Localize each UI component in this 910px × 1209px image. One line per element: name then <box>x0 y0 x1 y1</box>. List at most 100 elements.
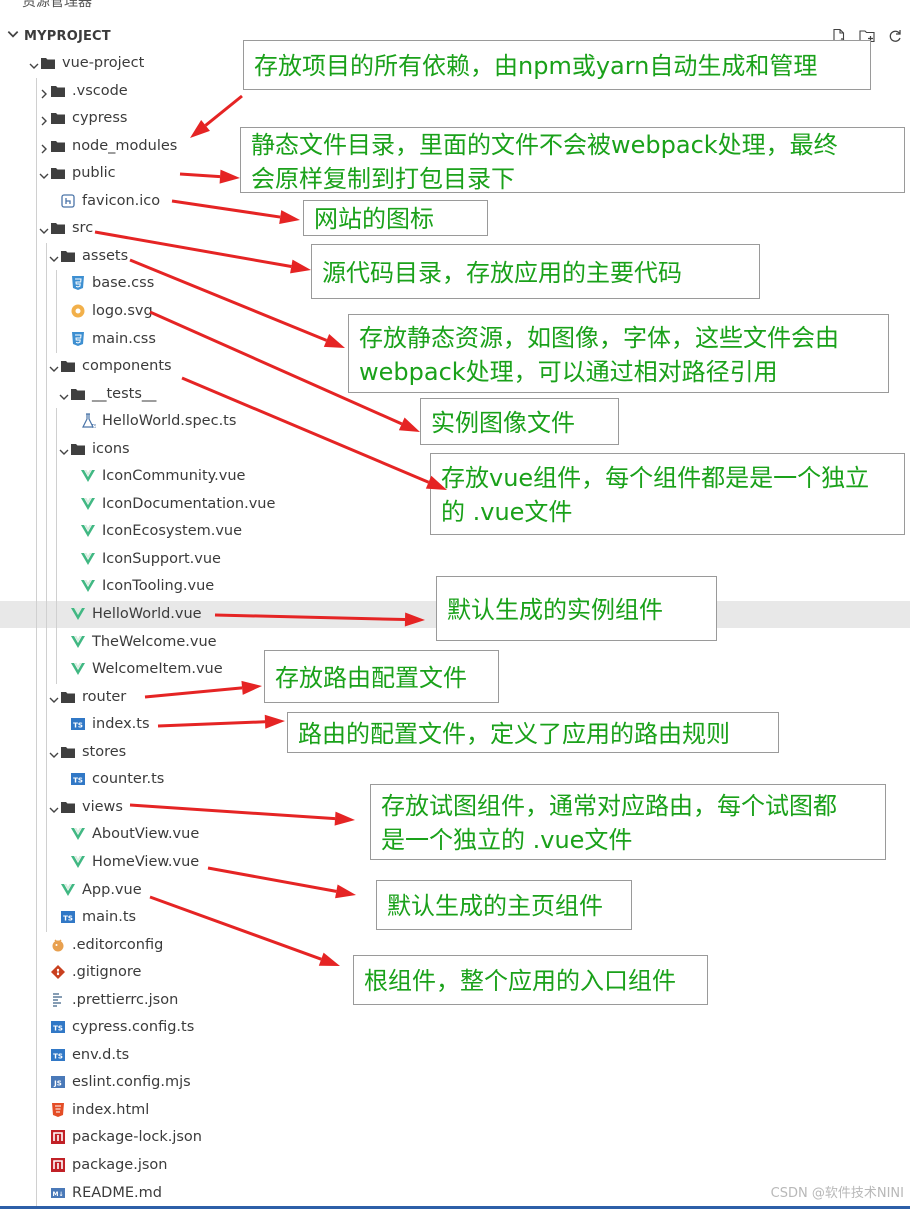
folder-icon <box>60 248 76 264</box>
tree-item-label: cypress <box>72 110 128 127</box>
prettier-icon <box>50 992 66 1008</box>
tree-item-label: index.html <box>72 1101 150 1118</box>
file-eslint-config-mjs[interactable]: JS eslint.config.mjs <box>0 1069 910 1096</box>
file-env-d-ts[interactable]: TS env.d.ts <box>0 1042 910 1069</box>
js-icon: JS <box>50 1074 66 1090</box>
tree-item-label: TheWelcome.vue <box>92 633 217 650</box>
tree-item-label: .vscode <box>72 82 128 99</box>
folder-icon <box>50 83 66 99</box>
tree-item-label: eslint.config.mjs <box>72 1074 191 1091</box>
tree-item-label: base.css <box>92 275 155 292</box>
svg-text:TS: TS <box>53 1052 63 1060</box>
folder-icon <box>60 358 76 374</box>
vue-icon <box>70 854 86 870</box>
editorconfig-icon <box>50 937 66 953</box>
folder-icon <box>40 55 56 71</box>
file-iconsupport-vue[interactable]: IconSupport.vue <box>0 546 910 573</box>
folder-icon <box>60 689 76 705</box>
tree-item-label: views <box>82 798 123 815</box>
annotation-callout: 源代码目录，存放应用的主要代码 <box>311 244 760 299</box>
chevron-down-icon[interactable] <box>48 250 60 262</box>
annotation-callout: 默认生成的主页组件 <box>376 880 632 930</box>
tree-item-label: vue-project <box>62 55 145 71</box>
tree-item-label: IconTooling.vue <box>102 578 215 595</box>
chevron-down-icon[interactable] <box>58 443 70 455</box>
tree-item-label: icons <box>92 440 130 457</box>
vue-icon <box>80 578 96 594</box>
tree-item-label: AboutView.vue <box>92 826 200 843</box>
folder-icon <box>60 799 76 815</box>
annotation-callout: 实例图像文件 <box>420 398 619 445</box>
tree-item-label: main.css <box>92 330 156 347</box>
svg-text:TS: TS <box>63 915 73 923</box>
ts-icon: TS <box>50 1019 66 1035</box>
annotation-callout: 静态文件目录，里面的文件不会被webpack处理，最终 会原样复制到打包目录下 <box>240 127 905 193</box>
tree-item-label: IconSupport.vue <box>102 550 221 567</box>
chevron-down-icon[interactable] <box>48 691 60 703</box>
vue-icon <box>70 606 86 622</box>
indent-guide <box>36 77 37 1208</box>
css-icon <box>70 275 86 291</box>
npm-icon <box>50 1157 66 1173</box>
tree-item-label: README.md <box>72 1184 162 1201</box>
chevron-right-icon[interactable] <box>38 112 50 126</box>
folder-icon <box>70 441 86 457</box>
tree-item-label: node_modules <box>72 137 178 154</box>
chevron-down-icon[interactable] <box>38 167 50 180</box>
test-icon: TS <box>80 413 97 430</box>
tree-item-label: index.ts <box>92 716 150 733</box>
svg-icon <box>70 303 86 319</box>
chevron-right-icon[interactable] <box>38 85 50 99</box>
chevron-down-icon[interactable] <box>38 222 50 235</box>
tree-item-label: package.json <box>72 1157 168 1173</box>
annotation-callout: 存放试图组件，通常对应路由，每个试图都 是一个独立的 .vue文件 <box>370 784 886 860</box>
vue-icon <box>80 468 96 484</box>
chevron-down-icon[interactable] <box>48 360 60 373</box>
indent-guide <box>56 408 57 684</box>
tree-item-label: IconCommunity.vue <box>102 468 246 485</box>
svg-text:TS: TS <box>53 1025 63 1033</box>
tree-item-label: cypress.config.ts <box>72 1019 195 1036</box>
tree-item-label: counter.ts <box>92 771 165 788</box>
tree-item-label: main.ts <box>82 909 137 926</box>
svg-text:TS: TS <box>73 777 83 785</box>
panel-top-strip: 资源管理器 <box>0 0 910 14</box>
md-icon: M↓ <box>50 1185 66 1201</box>
file-index-html[interactable]: index.html <box>0 1097 910 1124</box>
chevron-down-icon[interactable] <box>48 801 60 813</box>
tree-item-label: router <box>82 688 127 705</box>
tree-item-label: stores <box>82 743 127 760</box>
folder-icon <box>50 138 66 154</box>
svg-text:JS: JS <box>53 1080 62 1088</box>
annotation-callout: 存放静态资源，如图像，字体，这些文件会由 webpack处理，可以通过相对路径引… <box>348 314 889 393</box>
annotation-callout: 根组件，整个应用的入口组件 <box>353 955 708 1005</box>
chevron-down-icon <box>7 31 19 38</box>
chevron-down-icon[interactable] <box>28 57 40 69</box>
vue-icon <box>70 826 86 842</box>
tree-item-label: src <box>72 220 94 237</box>
ts-icon: TS <box>60 909 76 925</box>
svg-text:TS: TS <box>73 722 83 730</box>
ts-icon: TS <box>50 1047 66 1063</box>
tree-item-label: package-lock.json <box>72 1129 202 1146</box>
vue-icon <box>80 496 96 512</box>
tree-item-label: HelloWorld.spec.ts <box>102 413 237 430</box>
file-cypress-config-ts[interactable]: TS cypress.config.ts <box>0 1014 910 1041</box>
tree-item-label: __tests__ <box>92 385 157 402</box>
ts-icon: TS <box>70 716 86 732</box>
folder-icon <box>60 744 76 760</box>
tree-item-label: HelloWorld.vue <box>92 606 202 622</box>
tree-item-label: components <box>82 358 172 375</box>
annotation-callout: 默认生成的实例组件 <box>436 576 717 641</box>
svg-text:M↓: M↓ <box>53 1191 64 1198</box>
tree-item-label: App.vue <box>82 881 142 898</box>
ts-icon: TS <box>70 771 86 787</box>
file-package-lock-json[interactable]: package-lock.json <box>0 1124 910 1151</box>
chevron-down-icon[interactable] <box>58 388 70 400</box>
indent-guide <box>56 270 57 354</box>
chevron-right-icon[interactable] <box>38 140 50 154</box>
vue-icon <box>80 523 96 539</box>
file-package-json[interactable]: package.json <box>0 1152 910 1179</box>
refresh-icon[interactable] <box>884 25 906 47</box>
chevron-down-icon[interactable] <box>48 746 60 758</box>
